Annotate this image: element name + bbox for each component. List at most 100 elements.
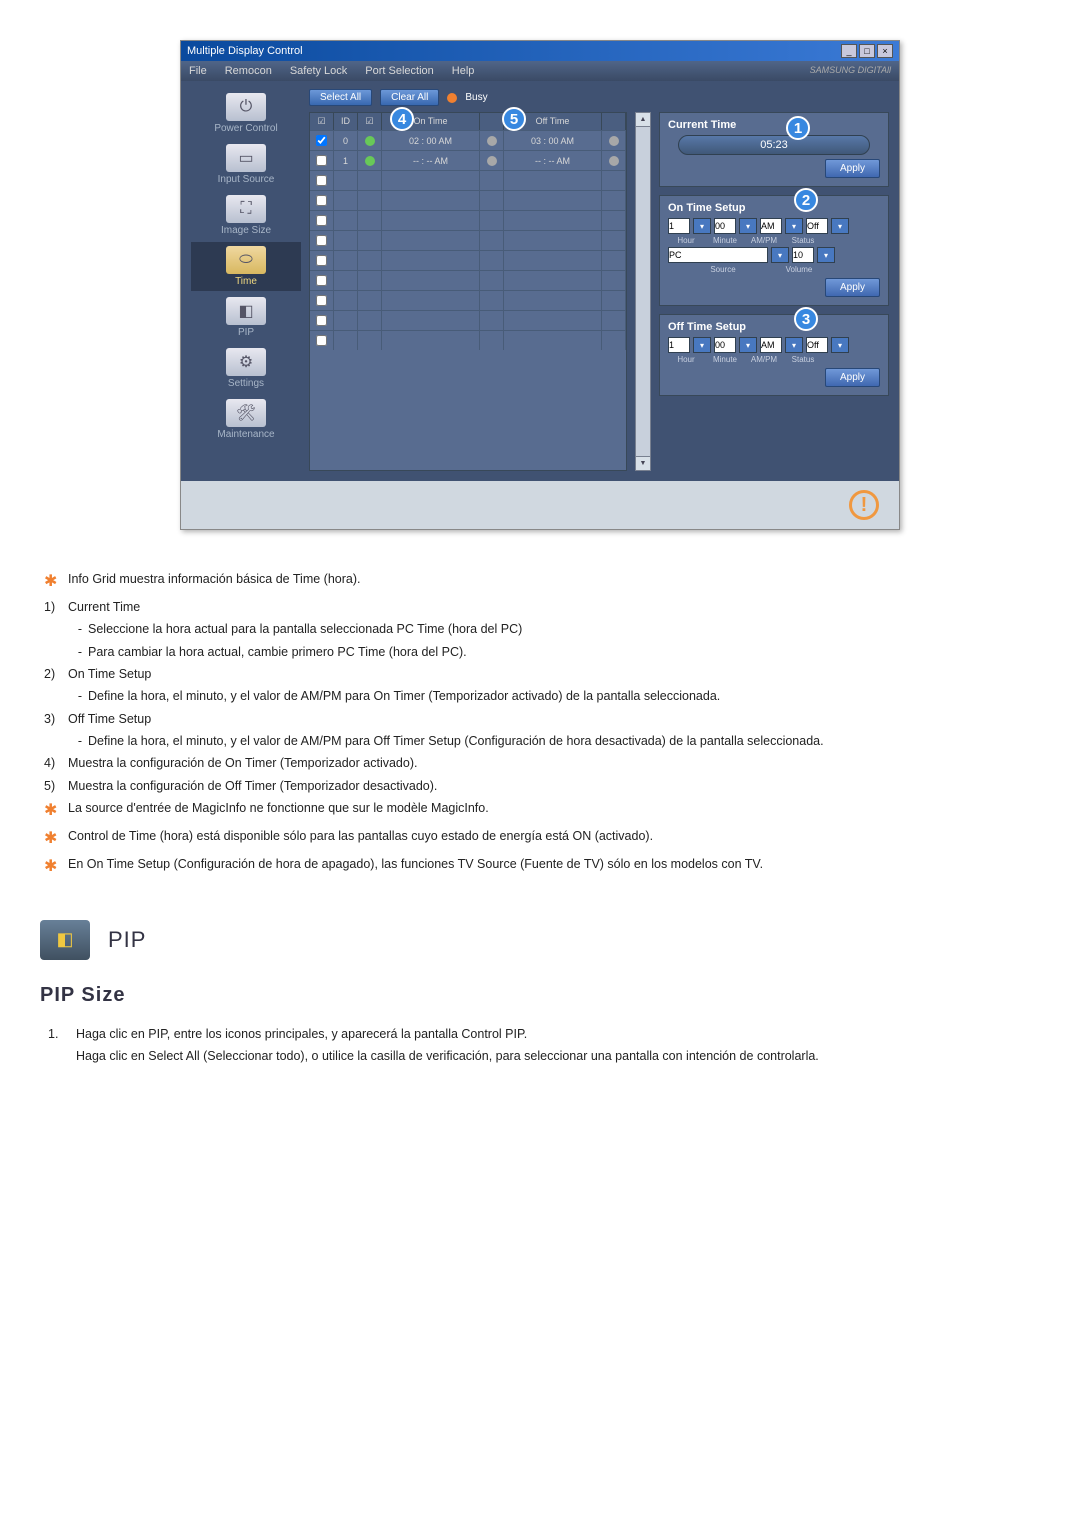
sidebar-item-image[interactable]: ⛶ Image Size — [191, 191, 301, 240]
close-button[interactable]: × — [877, 44, 893, 58]
table-row[interactable] — [310, 310, 626, 330]
ampm-dropdown[interactable]: ▾ — [785, 218, 803, 234]
on-minute-input[interactable] — [714, 218, 736, 234]
sidebar-item-time[interactable]: ⬭ Time — [191, 242, 301, 291]
scroll-down-button[interactable]: ▼ — [636, 456, 650, 470]
grid-header: ☑ ID ☑ On Time Off Time — [310, 113, 626, 130]
status-dropdown[interactable]: ▾ — [831, 337, 849, 353]
row-checkbox[interactable] — [316, 275, 327, 286]
status-label: Status — [785, 236, 821, 245]
row-checkbox[interactable] — [316, 195, 327, 206]
on-ampm-input[interactable] — [760, 218, 782, 234]
clear-all-button[interactable]: Clear All — [380, 89, 439, 106]
menu-bar: File Remocon Safety Lock Port Selection … — [181, 61, 899, 81]
sidebar-item-maintenance[interactable]: 🛠 Maintenance — [191, 395, 301, 444]
gear-icon: ⚙ — [226, 348, 266, 376]
row-checkbox[interactable] — [316, 255, 327, 266]
off-status-input[interactable] — [806, 337, 828, 353]
row-checkbox[interactable] — [316, 235, 327, 246]
source-input[interactable] — [668, 247, 768, 263]
doc-text: Muestra la configuración de On Timer (Te… — [68, 754, 1020, 773]
volume-dropdown[interactable]: ▾ — [817, 247, 835, 263]
off-minute-input[interactable] — [714, 337, 736, 353]
table-row[interactable] — [310, 230, 626, 250]
doc-text: Para cambiar la hora actual, cambie prim… — [88, 643, 1020, 662]
doc-text: Current Time — [68, 598, 1020, 617]
power-icon: ⏻ — [226, 93, 266, 121]
table-row[interactable] — [310, 170, 626, 190]
sidebar-item-pip[interactable]: ◧ PIP — [191, 293, 301, 342]
apply-button-2[interactable]: Apply — [825, 278, 880, 297]
dash-marker: - — [68, 643, 88, 662]
menu-file[interactable]: File — [189, 65, 207, 77]
hour-dropdown[interactable]: ▾ — [693, 218, 711, 234]
sidebar-item-power[interactable]: ⏻ Power Control — [191, 89, 301, 138]
table-row[interactable] — [310, 250, 626, 270]
main-area: Select All Clear All Busy 4 5 ☑ ID ☑ On … — [309, 89, 889, 471]
pip-icon: ◧ — [226, 297, 266, 325]
volume-input[interactable] — [792, 247, 814, 263]
table-row[interactable] — [310, 270, 626, 290]
doc-text: Off Time Setup — [68, 710, 1020, 729]
table-row[interactable]: 0 02 : 00 AM 03 : 00 AM — [310, 130, 626, 150]
num-marker: 4) — [40, 754, 68, 773]
app-screenshot: Multiple Display Control _ □ × File Remo… — [180, 40, 900, 530]
status-dropdown[interactable]: ▾ — [831, 218, 849, 234]
menu-safety-lock[interactable]: Safety Lock — [290, 65, 347, 77]
volume-label: Volume — [781, 265, 817, 274]
col-status2 — [480, 113, 504, 130]
row-checkbox[interactable] — [316, 295, 327, 306]
on-hour-input[interactable] — [668, 218, 690, 234]
scroll-up-button[interactable]: ▲ — [636, 113, 650, 127]
ampm-dropdown[interactable]: ▾ — [785, 337, 803, 353]
menu-remocon[interactable]: Remocon — [225, 65, 272, 77]
row-checkbox[interactable] — [316, 315, 327, 326]
select-all-button[interactable]: Select All — [309, 89, 372, 106]
minute-dropdown[interactable]: ▾ — [739, 218, 757, 234]
apply-button-3[interactable]: Apply — [825, 368, 880, 387]
busy-label: Busy — [465, 92, 487, 103]
status-label: Status — [785, 355, 821, 364]
sidebar-label-maintenance: Maintenance — [217, 429, 274, 440]
row-checkbox[interactable] — [316, 155, 327, 166]
status-dot-icon — [609, 156, 619, 166]
minute-dropdown[interactable]: ▾ — [739, 337, 757, 353]
row-checkbox[interactable] — [316, 175, 327, 186]
callout-2: 2 — [794, 188, 818, 212]
menu-port-selection[interactable]: Port Selection — [365, 65, 433, 77]
table-row[interactable]: 1 -- : -- AM -- : -- AM — [310, 150, 626, 170]
minimize-button[interactable]: _ — [841, 44, 857, 58]
off-time-title: Off Time Setup — [668, 321, 880, 333]
toolbar: Select All Clear All Busy — [309, 89, 889, 106]
table-row[interactable] — [310, 210, 626, 230]
list-num: 1. — [48, 1025, 68, 1044]
row-checkbox[interactable] — [316, 215, 327, 226]
off-ampm-input[interactable] — [760, 337, 782, 353]
off-hour-input[interactable] — [668, 337, 690, 353]
table-row[interactable] — [310, 290, 626, 310]
row-offtime: 03 : 00 AM — [504, 131, 602, 150]
grid-scrollbar[interactable]: ▲ ▼ — [635, 112, 651, 471]
row-checkbox[interactable] — [316, 135, 327, 146]
on-status-input[interactable] — [806, 218, 828, 234]
source-dropdown[interactable]: ▾ — [771, 247, 789, 263]
callout-3: 3 — [794, 307, 818, 331]
sidebar-item-input[interactable]: ▭ Input Source — [191, 140, 301, 189]
maximize-button[interactable]: □ — [859, 44, 875, 58]
busy-icon — [447, 93, 457, 103]
table-row[interactable] — [310, 330, 626, 350]
apply-button-1[interactable]: Apply — [825, 159, 880, 178]
star-icon: ✱ — [44, 802, 57, 819]
table-row[interactable] — [310, 190, 626, 210]
doc-text: Seleccione la hora actual para la pantal… — [88, 620, 1020, 639]
row-checkbox[interactable] — [316, 335, 327, 346]
sidebar-label-power: Power Control — [214, 123, 277, 134]
sidebar-label-settings: Settings — [228, 378, 264, 389]
doc-text: Info Grid muestra información básica de … — [68, 570, 1020, 595]
pip-heading: PIP — [108, 923, 146, 957]
hour-dropdown[interactable]: ▾ — [693, 337, 711, 353]
menu-help[interactable]: Help — [452, 65, 475, 77]
scroll-track[interactable] — [636, 127, 650, 456]
sidebar-item-settings[interactable]: ⚙ Settings — [191, 344, 301, 393]
col-status3 — [602, 113, 626, 130]
